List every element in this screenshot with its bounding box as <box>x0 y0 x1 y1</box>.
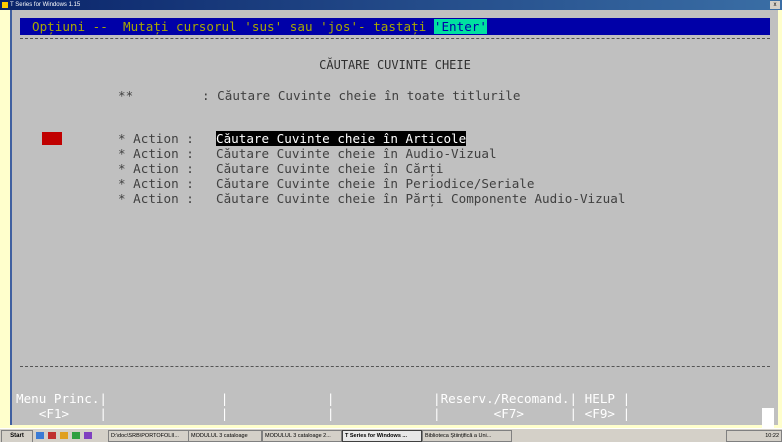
top-divider <box>20 38 770 39</box>
quicklaunch-icon[interactable] <box>60 432 68 439</box>
quicklaunch-icon[interactable] <box>84 432 92 439</box>
page-title: CĂUTARE CUVINTE CHEIE <box>319 58 471 72</box>
action-label: * Action : <box>118 176 194 191</box>
prompt-enter: 'Enter' <box>433 19 487 34</box>
start-button[interactable]: Start <box>1 430 33 442</box>
fkeys-labels[interactable]: Menu Princ.| | | |Reserv./Recomand.| HEL… <box>16 391 630 406</box>
taskbar: Start D:\doc\SRB\PORTOFOLII... MODULUL 3… <box>0 428 782 442</box>
taskbar-item[interactable]: MODULUL 3 cataloage 2... <box>262 430 342 442</box>
app-icon <box>2 2 8 8</box>
taskbar-item[interactable]: MODULUL 3 cataloage <box>188 430 262 442</box>
quicklaunch-icon[interactable] <box>72 432 80 439</box>
bottom-divider <box>20 366 770 367</box>
all-titles-option[interactable]: : Căutare Cuvinte cheie în toate titluri… <box>202 88 520 103</box>
action-item-periodice[interactable]: Căutare Cuvinte cheie în Periodice/Seria… <box>216 176 534 191</box>
quicklaunch-icon[interactable] <box>36 432 44 439</box>
prompt-line: Opțiuni -- Mutați cursorul 'sus' sau 'jo… <box>32 18 487 35</box>
prompt-text: Opțiuni -- Mutați cursorul 'sus' sau 'jo… <box>32 19 434 34</box>
all-titles-marker: ** <box>118 88 134 103</box>
action-item-parti-componente[interactable]: Căutare Cuvinte cheie în Părți Component… <box>216 191 625 206</box>
terminal-window[interactable]: Opțiuni -- Mutați cursorul 'sus' sau 'jo… <box>10 10 778 428</box>
action-label: * Action : <box>118 131 194 146</box>
action-item-carti[interactable]: Căutare Cuvinte cheie în Cărți <box>216 161 443 176</box>
system-tray: 10:22 <box>726 430 782 442</box>
action-item-articole[interactable]: Căutare Cuvinte cheie în Articole <box>216 131 467 146</box>
fkeys-keys[interactable]: <F1> | | | | <F7> | <F9> | <box>16 406 630 421</box>
cursor-marker <box>42 132 62 145</box>
clock: 10:22 <box>765 433 779 439</box>
quicklaunch-icon[interactable] <box>48 432 56 439</box>
action-item-audio-vizual[interactable]: Căutare Cuvinte cheie în Audio-Vizual <box>216 146 497 161</box>
window-title: T Series for Windows 1.15 <box>10 2 81 8</box>
taskbar-item[interactable]: D:\doc\SRB\PORTOFOLII... <box>108 430 190 442</box>
action-label: * Action : <box>118 191 194 206</box>
window-titlebar: T Series for Windows 1.15 x <box>0 0 782 10</box>
close-button[interactable]: x <box>770 1 780 9</box>
action-item-text: Căutare Cuvinte cheie în Articole <box>216 131 467 146</box>
taskbar-item[interactable]: Biblioteca Științifică a Uni... <box>422 430 512 442</box>
action-label: * Action : <box>118 146 194 161</box>
taskbar-item-active[interactable]: T Series for Windows ... <box>342 430 422 442</box>
action-label: * Action : <box>118 161 194 176</box>
prompt-bar: Opțiuni -- Mutați cursorul 'sus' sau 'jo… <box>20 18 770 35</box>
scrollbar-thumb[interactable] <box>762 408 774 428</box>
